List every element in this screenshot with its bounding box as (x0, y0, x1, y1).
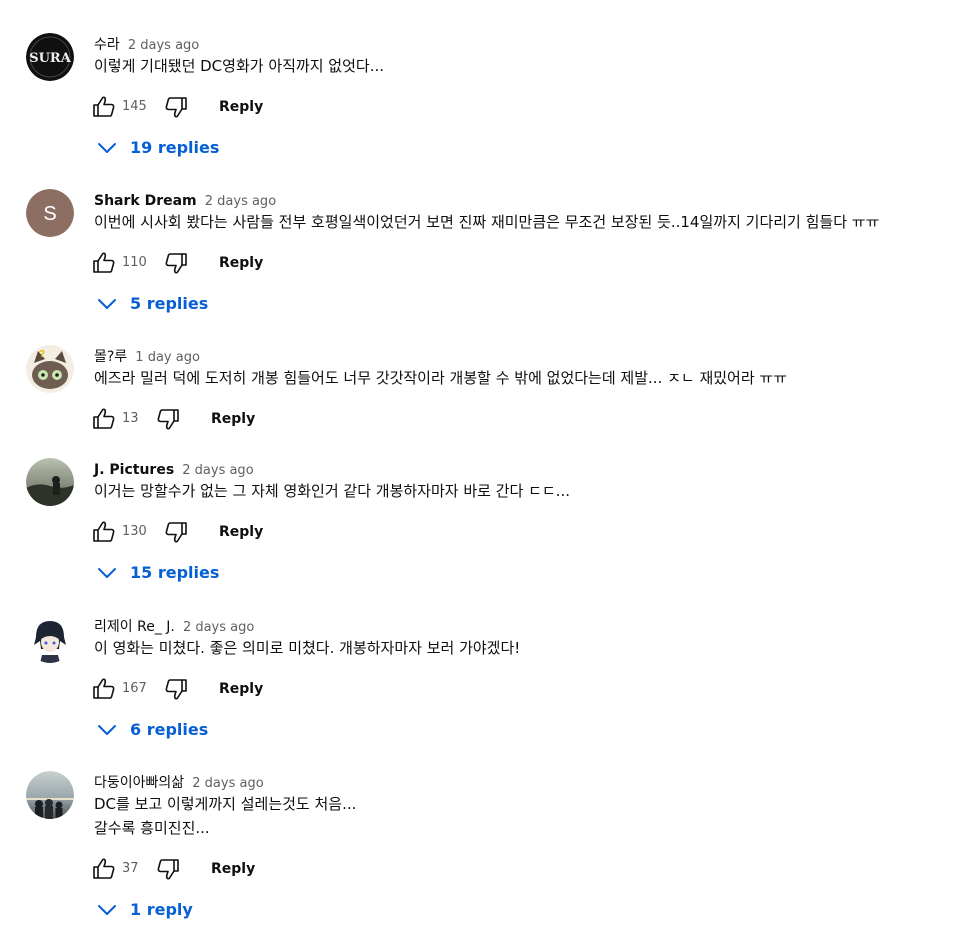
avatar-initial: S (43, 203, 56, 225)
comment-actions: 130 Reply (90, 518, 290, 546)
dislike-button[interactable] (162, 675, 190, 703)
avatar[interactable]: ? (26, 345, 74, 393)
chevron-down-icon (96, 900, 118, 920)
comment-text: 에즈라 밀러 덕에 도저히 개봉 힘들어도 너무 갓갓작이라 개봉할 수 밖에 … (94, 369, 788, 387)
like-button[interactable] (90, 518, 118, 546)
reply-button[interactable]: Reply (219, 253, 263, 273)
comment-actions: 37 Reply (90, 855, 290, 883)
comment-text: 이렇게 기대됐던 DC영화가 아직까지 없엇다... (94, 57, 385, 75)
replies-count-label: 5 replies (130, 294, 209, 313)
author-name[interactable]: 수라 (94, 37, 120, 53)
chevron-down-icon (96, 294, 118, 314)
avatar-logo-text: SURA (29, 51, 72, 66)
comment-actions: 167 Reply (90, 675, 290, 703)
avatar[interactable]: S (26, 189, 74, 237)
thumbs-up-icon (93, 252, 115, 273)
author-name[interactable]: Shark Dream (94, 193, 197, 209)
timestamp[interactable]: 1 day ago (135, 350, 200, 365)
like-button[interactable] (90, 405, 118, 433)
timestamp[interactable]: 2 days ago (205, 194, 276, 209)
comment-header: 다둥이아빠의삶 2 days ago (94, 771, 264, 793)
author-name[interactable]: 다둥이아빠의삶 (94, 775, 184, 791)
timestamp[interactable]: 2 days ago (182, 463, 253, 478)
reply-button[interactable]: Reply (219, 679, 263, 699)
comment-text: 이 영화는 미쳤다. 좋은 의미로 미쳤다. 개봉하자마자 보러 가야겠다! (94, 639, 521, 657)
comment-text: 이거는 망할수가 없는 그 자체 영화인거 같다 개봉하자마자 바로 간다 ㄷㄷ… (94, 482, 570, 500)
like-button[interactable] (90, 93, 118, 121)
thumbs-down-icon (165, 253, 187, 274)
dislike-button[interactable] (162, 249, 190, 277)
comment-header: Shark Dream 2 days ago (94, 189, 276, 211)
replies-count-label: 15 replies (130, 563, 220, 582)
chevron-down-icon (96, 563, 118, 583)
timestamp[interactable]: 2 days ago (128, 38, 199, 53)
replies-count-label: 19 replies (130, 138, 220, 157)
thumbs-down-icon (157, 859, 179, 880)
like-count: 130 (122, 524, 147, 539)
dislike-button[interactable] (162, 93, 190, 121)
thumbs-up-icon (93, 858, 115, 879)
replies-count-label: 1 reply (130, 900, 193, 919)
like-count: 37 (122, 861, 139, 876)
comment-header: 몰?루 1 day ago (94, 345, 200, 367)
timestamp[interactable]: 2 days ago (192, 776, 263, 791)
comment-header: 리제이 Re_ J. 2 days ago (94, 615, 254, 637)
timestamp[interactable]: 2 days ago (183, 620, 254, 635)
reply-button[interactable]: Reply (219, 97, 263, 117)
comment-text: DC를 보고 이렇게까지 설레는것도 처음... 갈수록 흥미진진... (94, 795, 357, 837)
thumbs-down-icon (165, 97, 187, 118)
avatar[interactable]: SURA (26, 33, 74, 81)
comment-header: J. Pictures 2 days ago (94, 458, 254, 480)
comment-text: 이번에 시사회 봤다는 사람들 전부 호평일색이었던거 보면 진짜 재미만큼은 … (94, 213, 880, 231)
comment-actions: 145 Reply (90, 93, 290, 121)
like-button[interactable] (90, 855, 118, 883)
like-count: 110 (122, 255, 147, 270)
comment-header: 수라 2 days ago (94, 33, 199, 55)
dislike-button[interactable] (154, 855, 182, 883)
reply-button[interactable]: Reply (211, 859, 255, 879)
author-name[interactable]: 리제이 Re_ J. (94, 619, 175, 635)
dislike-button[interactable] (162, 518, 190, 546)
like-count: 145 (122, 99, 147, 114)
like-count: 167 (122, 681, 147, 696)
replies-count-label: 6 replies (130, 720, 209, 739)
thumbs-down-icon (165, 522, 187, 543)
thumbs-up-icon (93, 678, 115, 699)
like-button[interactable] (90, 675, 118, 703)
chevron-down-icon (96, 720, 118, 740)
avatar[interactable] (26, 771, 74, 819)
like-button[interactable] (90, 249, 118, 277)
reply-button[interactable]: Reply (219, 522, 263, 542)
chevron-down-icon (96, 138, 118, 158)
avatar[interactable] (26, 458, 74, 506)
svg-text:?: ? (39, 349, 45, 360)
comment-actions: 110 Reply (90, 249, 290, 277)
thumbs-down-icon (165, 679, 187, 700)
comment-actions: 13 Reply (90, 405, 290, 433)
reply-button[interactable]: Reply (211, 409, 255, 429)
avatar[interactable] (26, 615, 74, 663)
like-count: 13 (122, 411, 139, 426)
thumbs-down-icon (157, 409, 179, 430)
thumbs-up-icon (93, 408, 115, 429)
author-name[interactable]: J. Pictures (94, 462, 174, 478)
thumbs-up-icon (93, 96, 115, 117)
dislike-button[interactable] (154, 405, 182, 433)
thumbs-up-icon (93, 521, 115, 542)
author-name[interactable]: 몰?루 (94, 349, 127, 365)
